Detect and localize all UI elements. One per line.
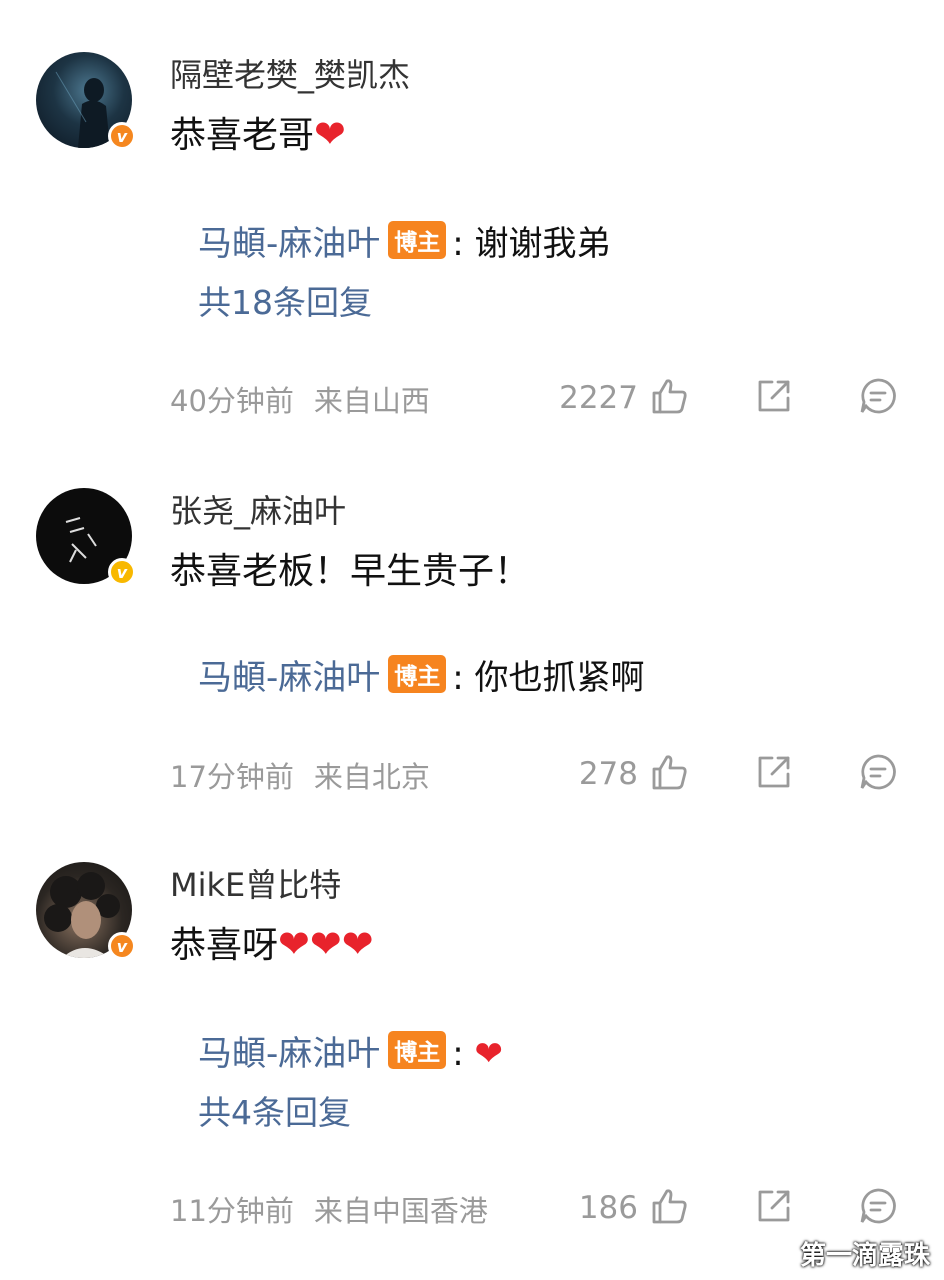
share-icon[interactable]	[754, 1186, 794, 1226]
more-replies-link[interactable]: 共4条回复	[198, 1086, 351, 1134]
watermark: 第一滴露珠	[799, 1241, 930, 1271]
like-count: 186	[578, 1190, 638, 1226]
comment-text: 恭喜呀❤❤❤	[170, 916, 374, 968]
verified-badge-icon: v	[108, 932, 136, 960]
comment-text-body: 恭喜呀	[170, 925, 279, 966]
avatar[interactable]: v	[36, 862, 136, 960]
comment-meta: 11分钟前 来自中国香港	[170, 1188, 488, 1230]
thumbs-up-icon[interactable]	[650, 1186, 690, 1226]
reply-author[interactable]: 马頔-麻油叶	[198, 1034, 380, 1074]
reply-preview[interactable]: 马頔-麻油叶 博主: ❤	[198, 1026, 503, 1075]
comment-location: 来自中国香港	[313, 1194, 488, 1228]
author-badge: 博主	[388, 1031, 447, 1069]
comment-time: 11分钟前	[170, 1194, 294, 1228]
heart-emoji-icon: ❤❤❤	[278, 922, 374, 966]
comment-icon[interactable]	[858, 1186, 898, 1226]
reply-text: : ❤	[452, 1034, 504, 1074]
comment-item: v MikE曾比特 恭喜呀❤❤❤ 马頔-麻油叶 博主: ❤ 共4条回复 11分钟前…	[0, 0, 944, 1280]
comment-username[interactable]: MikE曾比特	[170, 860, 341, 906]
